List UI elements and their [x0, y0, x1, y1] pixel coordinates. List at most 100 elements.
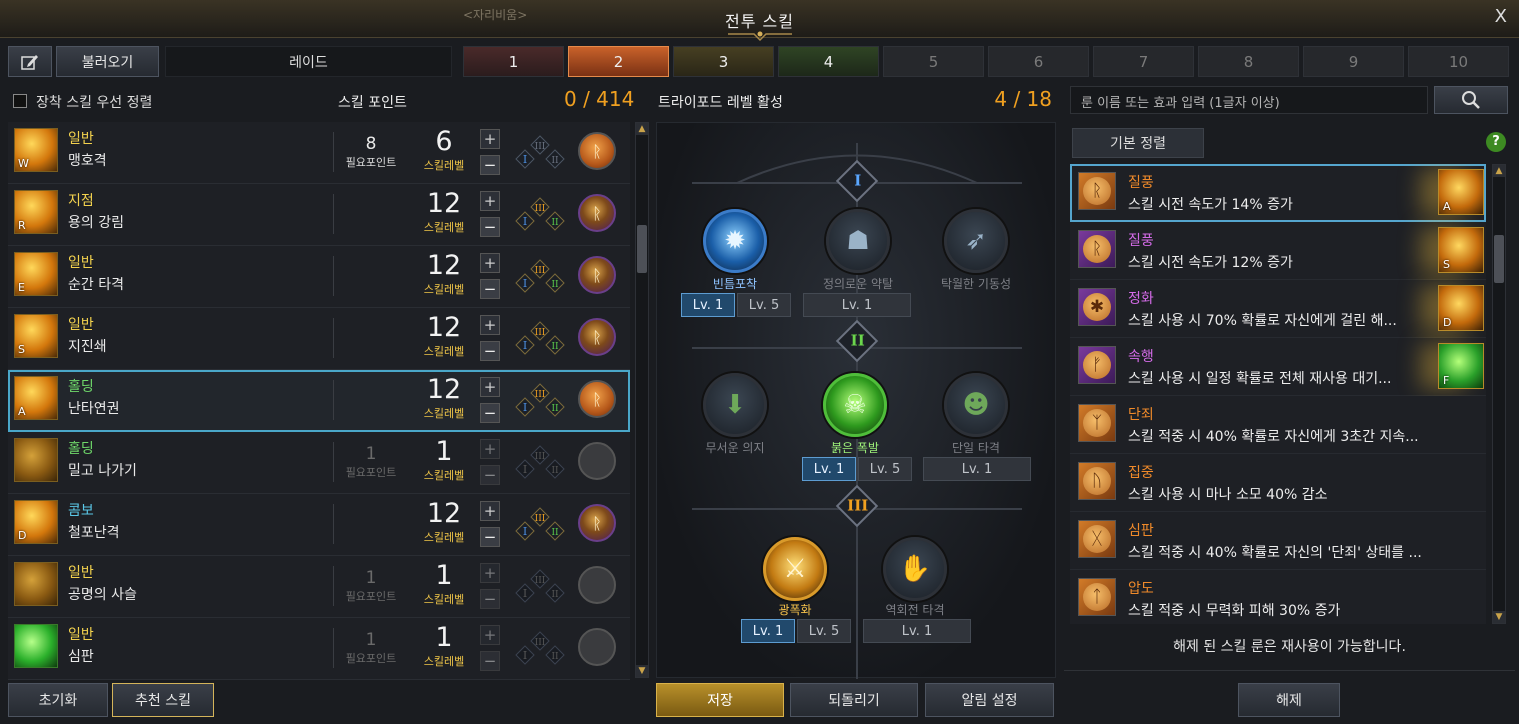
tripod-lv1-button[interactable]: Lv. 1	[863, 619, 971, 643]
rune-search-input[interactable]: 룬 이름 또는 효과 입력 (1글자 이상)	[1070, 86, 1428, 114]
empty-rune-slot[interactable]	[578, 628, 616, 666]
level-up-button[interactable]: +	[480, 439, 500, 459]
tripod-node-3-2[interactable]: ✋	[883, 537, 947, 601]
preset-tab-9[interactable]: 9	[1303, 46, 1404, 77]
help-icon[interactable]: ?	[1486, 132, 1506, 152]
preset-tab-3[interactable]: 3	[673, 46, 774, 77]
close-button[interactable]: X	[1495, 6, 1507, 27]
preset-tab-7[interactable]: 7	[1093, 46, 1194, 77]
rune-slot-icon[interactable]: ᚱ	[578, 380, 616, 418]
skill-row[interactable]: 일반 공명의 사슬 1 필요포인트 1 스킬레벨 + − I III II	[8, 556, 630, 618]
tripod-lv1-button[interactable]: Lv. 1	[802, 457, 856, 481]
tripod-lv5-button[interactable]: Lv. 5	[797, 619, 851, 643]
level-up-button[interactable]: +	[480, 501, 500, 521]
skill-icon[interactable]	[14, 438, 58, 482]
rune-row[interactable]: ᚠ 속행 스킬 사용 시 일정 확률로 전체 재사용 대기... F	[1070, 338, 1486, 396]
skill-row[interactable]: R 지점 용의 강림 12 스킬레벨 + − I III II ᚱ	[8, 184, 630, 246]
preset-tab-10[interactable]: 10	[1408, 46, 1509, 77]
scroll-up-icon[interactable]: ▲	[636, 123, 648, 135]
equipped-skill-icon[interactable]: F	[1438, 343, 1484, 389]
level-down-button[interactable]: −	[480, 279, 500, 299]
preset-tab-2[interactable]: 2	[568, 46, 669, 77]
skill-row[interactable]: S 일반 지진쇄 12 스킬레벨 + − I III II ᚱ	[8, 308, 630, 370]
skill-row-selected[interactable]: A 홀딩 난타연권 12 스킬레벨 + − I III II ᚱ	[8, 370, 630, 432]
revert-button[interactable]: 되돌리기	[790, 683, 918, 717]
level-down-button[interactable]: −	[480, 589, 500, 609]
skill-icon[interactable]: A	[14, 376, 58, 420]
tripod-node-2-1[interactable]: ⬇	[703, 373, 767, 437]
rune-slot-icon[interactable]: ᚱ	[578, 318, 616, 356]
preset-tab-1[interactable]: 1	[463, 46, 564, 77]
sort-button[interactable]: 기본 정렬	[1072, 128, 1204, 158]
tripod-node-3-1[interactable]: ⚔	[763, 537, 827, 601]
rune-slot-icon[interactable]: ᚱ	[578, 194, 616, 232]
scroll-down-icon[interactable]: ▼	[1493, 611, 1505, 623]
preset-name-field[interactable]: 레이드	[165, 46, 452, 77]
preset-tab-6[interactable]: 6	[988, 46, 1089, 77]
level-up-button[interactable]: +	[480, 625, 500, 645]
level-down-button[interactable]: −	[480, 341, 500, 361]
rune-list-scrollbar[interactable]: ▲ ▼	[1492, 164, 1506, 624]
scroll-thumb[interactable]	[1494, 235, 1504, 283]
rune-slot-icon[interactable]: ᚱ	[578, 504, 616, 542]
tripod-node-1-3[interactable]: ➶	[944, 209, 1008, 273]
level-down-button[interactable]: −	[480, 155, 500, 175]
level-up-button[interactable]: +	[480, 563, 500, 583]
rune-slot-icon[interactable]: ᚱ	[578, 256, 616, 294]
rune-slot-icon[interactable]: ᚱ	[578, 132, 616, 170]
tripod-node-1-1[interactable]: ✹	[703, 209, 767, 273]
release-button[interactable]: 해제	[1238, 683, 1340, 717]
equipped-skill-icon[interactable]: A	[1438, 169, 1484, 215]
level-up-button[interactable]: +	[480, 253, 500, 273]
skill-row[interactable]: W 일반 맹호격 8 필요포인트 6 스킬레벨 + − I III II ᚱ	[8, 122, 630, 184]
skill-icon[interactable]	[14, 624, 58, 668]
tripod-lv5-button[interactable]: Lv. 5	[737, 293, 791, 317]
equipped-skill-icon[interactable]: S	[1438, 227, 1484, 273]
skill-row[interactable]: D 콤보 철포난격 12 스킬레벨 + − I III II ᚱ	[8, 494, 630, 556]
rune-row[interactable]: ᚢ 집중 스킬 사용 시 마나 소모 40% 감소	[1070, 454, 1486, 512]
skill-row[interactable]: E 일반 순간 타격 12 스킬레벨 + − I III II ᚱ	[8, 246, 630, 308]
level-down-button[interactable]: −	[480, 465, 500, 485]
rune-row[interactable]: ᚱ 질풍 스킬 시전 속도가 12% 증가 S	[1070, 222, 1486, 280]
preset-tab-4[interactable]: 4	[778, 46, 879, 77]
empty-rune-slot[interactable]	[578, 442, 616, 480]
tripod-node-2-2[interactable]: ☠	[823, 373, 887, 437]
tripod-lv5-button[interactable]: Lv. 5	[858, 457, 912, 481]
tripod-lv1-button[interactable]: Lv. 1	[741, 619, 795, 643]
tripod-lv1-button[interactable]: Lv. 1	[681, 293, 735, 317]
skill-icon[interactable]: E	[14, 252, 58, 296]
edit-preset-button[interactable]	[8, 46, 52, 77]
preset-tab-5[interactable]: 5	[883, 46, 984, 77]
preset-tab-8[interactable]: 8	[1198, 46, 1299, 77]
equipped-skill-icon[interactable]: D	[1438, 285, 1484, 331]
skill-icon[interactable]	[14, 562, 58, 606]
skill-row[interactable]: 홀딩 밀고 나가기 1 필요포인트 1 스킬레벨 + − I III II	[8, 432, 630, 494]
tripod-lv1-button[interactable]: Lv. 1	[923, 457, 1031, 481]
search-button[interactable]	[1434, 86, 1508, 114]
skill-icon[interactable]: R	[14, 190, 58, 234]
level-up-button[interactable]: +	[480, 129, 500, 149]
rune-row[interactable]: ᚷ 심판 스킬 적중 시 40% 확률로 자신의 '단죄' 상태를 ...	[1070, 512, 1486, 570]
recommend-skill-button[interactable]: 추천 스킬	[112, 683, 214, 717]
scroll-thumb[interactable]	[637, 225, 647, 273]
sort-equipped-checkbox[interactable]	[13, 94, 27, 108]
skill-icon[interactable]: S	[14, 314, 58, 358]
empty-rune-slot[interactable]	[578, 566, 616, 604]
level-down-button[interactable]: −	[480, 403, 500, 423]
reset-button[interactable]: 초기화	[8, 683, 108, 717]
skill-list-scrollbar[interactable]: ▲ ▼	[635, 122, 649, 678]
load-button[interactable]: 불러오기	[56, 46, 159, 77]
level-down-button[interactable]: −	[480, 527, 500, 547]
scroll-down-icon[interactable]: ▼	[636, 665, 648, 677]
skill-row[interactable]: 일반 심판 1 필요포인트 1 스킬레벨 + − I III II	[8, 618, 630, 680]
scroll-up-icon[interactable]: ▲	[1493, 165, 1505, 177]
level-up-button[interactable]: +	[480, 315, 500, 335]
rune-row[interactable]: ᛉ 단죄 스킬 적중 시 40% 확률로 자신에게 3초간 지속...	[1070, 396, 1486, 454]
level-up-button[interactable]: +	[480, 377, 500, 397]
skill-icon[interactable]: W	[14, 128, 58, 172]
save-button[interactable]: 저장	[656, 683, 784, 717]
rune-row[interactable]: ᛏ 압도 스킬 적중 시 무력화 피해 30% 증가	[1070, 570, 1486, 624]
level-down-button[interactable]: −	[480, 217, 500, 237]
level-up-button[interactable]: +	[480, 191, 500, 211]
alert-settings-button[interactable]: 알림 설정	[925, 683, 1054, 717]
